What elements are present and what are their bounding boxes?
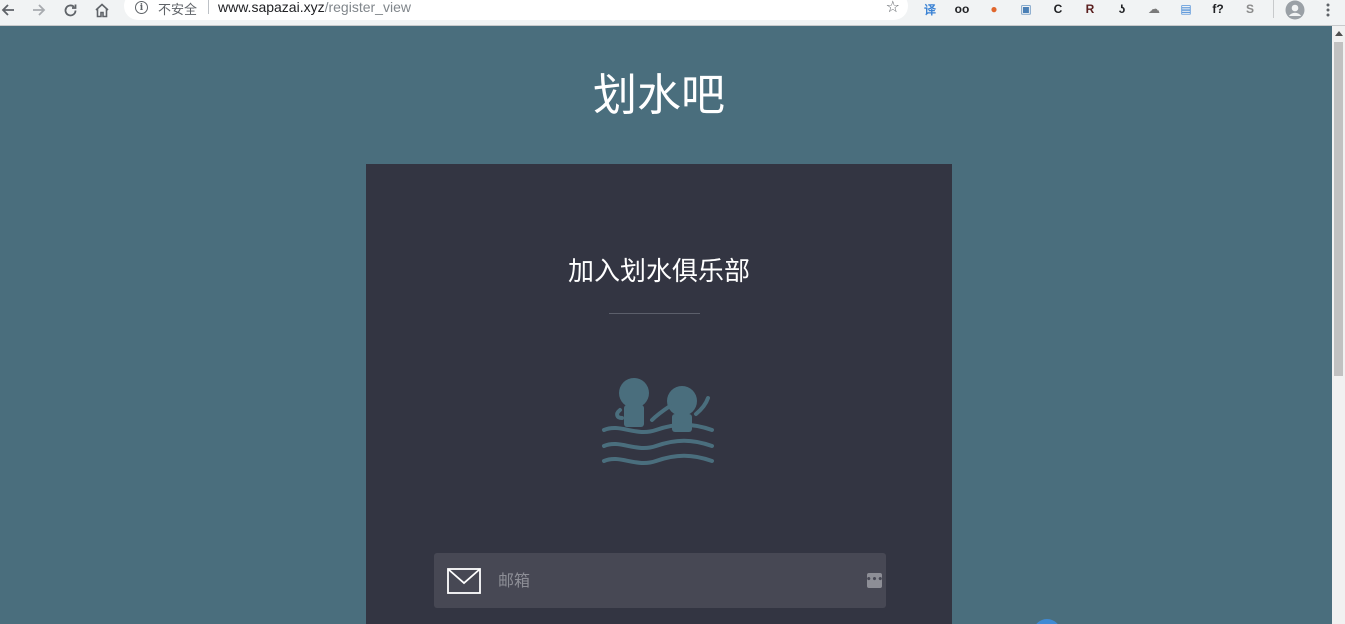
email-field[interactable]: •••	[434, 553, 886, 608]
toolbar-divider	[1273, 0, 1274, 18]
c-extension-icon[interactable]: C	[1050, 1, 1066, 17]
heading-divider	[609, 313, 700, 314]
swimmers-logo-icon	[602, 378, 714, 465]
email-input[interactable]	[498, 553, 858, 608]
register-card: 加入划水俱乐部 •••	[366, 164, 952, 624]
autofill-key-icon[interactable]: •••	[866, 573, 883, 588]
back-icon[interactable]	[0, 0, 19, 20]
bookmark-star-icon[interactable]: ☆	[886, 0, 900, 16]
url-text[interactable]: www.sapazai.xyz/register_view	[218, 0, 411, 15]
s-extension-icon[interactable]: S	[1242, 1, 1258, 17]
home-icon[interactable]	[91, 0, 113, 20]
mail-icon	[447, 568, 481, 594]
security-status[interactable]: 不安全	[158, 0, 197, 18]
formula-extension-icon[interactable]: f?	[1210, 1, 1226, 17]
address-separator	[208, 0, 209, 14]
address-bar[interactable]: i 不安全 www.sapazai.xyz/register_view ☆	[124, 0, 908, 20]
translate-extension-icon[interactable]: 译	[922, 1, 938, 17]
profile-avatar-icon[interactable]	[1284, 0, 1306, 20]
image-extension-icon[interactable]: ▣	[1018, 1, 1034, 17]
url-host: www.sapazai.xyz	[218, 0, 325, 15]
browser-toolbar: i 不安全 www.sapazai.xyz/register_view ☆ 译o…	[0, 0, 1345, 26]
site-title: 划水吧	[593, 70, 725, 121]
scroll-up-arrow-icon[interactable]	[1335, 31, 1343, 36]
glasses-extension-icon[interactable]: oo	[954, 1, 970, 17]
page-scrollbar[interactable]	[1332, 26, 1345, 624]
reload-icon[interactable]	[59, 0, 81, 20]
book-extension-icon[interactable]: ▤	[1178, 1, 1194, 17]
palette-extension-icon[interactable]: ●	[986, 1, 1002, 17]
url-path: /register_view	[324, 0, 411, 15]
hook-extension-icon[interactable]: ʖ	[1114, 1, 1130, 17]
floating-action-button[interactable]	[1033, 619, 1061, 624]
r-extension-icon[interactable]: R	[1082, 1, 1098, 17]
forward-icon[interactable]	[28, 0, 50, 20]
scrollbar-thumb[interactable]	[1334, 42, 1343, 376]
cloud-extension-icon[interactable]: ☁	[1146, 1, 1162, 17]
info-icon[interactable]: i	[135, 1, 148, 14]
menu-kebab-icon[interactable]	[1317, 0, 1339, 20]
register-heading: 加入划水俱乐部	[567, 257, 750, 287]
